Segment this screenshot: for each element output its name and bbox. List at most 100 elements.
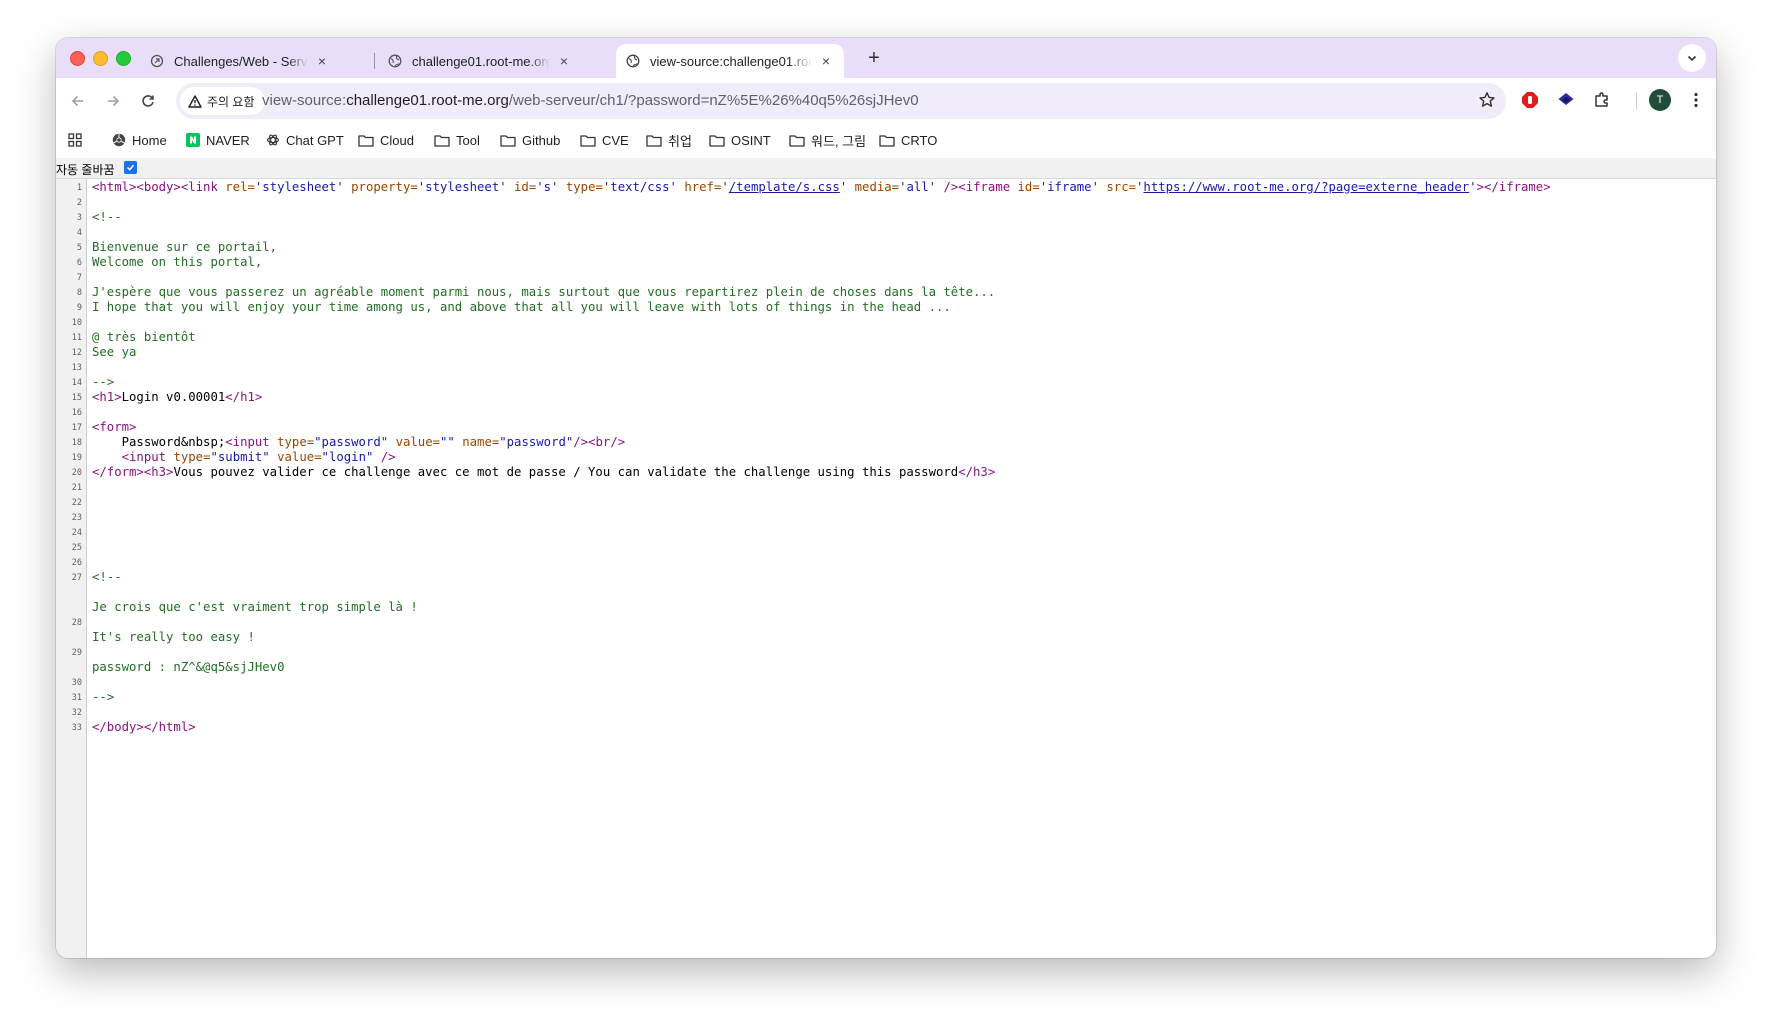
- bookmark-folder-cloud[interactable]: Cloud: [358, 130, 414, 150]
- fullscreen-window-button[interactable]: [116, 51, 131, 66]
- attr-name: value=: [269, 450, 322, 464]
- chrome-icon: [112, 133, 126, 147]
- extension-layers[interactable]: [1555, 89, 1577, 111]
- attr-name: property=: [343, 180, 418, 194]
- line-number: 4: [76, 228, 82, 238]
- tab-title: view-source:challenge01.root-me.org: [650, 53, 812, 69]
- attr-value: "submit": [210, 450, 270, 464]
- comment-line: It's really too easy !: [92, 630, 255, 644]
- bookmark-folder-job[interactable]: 취업: [646, 130, 692, 150]
- bookmark-star-button[interactable]: [1478, 91, 1496, 114]
- bookmark-chat-gpt[interactable]: Chat GPT: [266, 130, 344, 150]
- puzzle-icon: [1595, 92, 1608, 107]
- attr-name: href=: [676, 180, 722, 194]
- heading-text: Vous pouvez valider ce challenge avec ce…: [173, 465, 959, 479]
- line-number: 27: [71, 573, 82, 583]
- profile-avatar[interactable]: T: [1649, 89, 1671, 111]
- browser-menu-button[interactable]: [1686, 89, 1706, 111]
- bookmark-folder-github[interactable]: Github: [500, 130, 560, 150]
- folder-icon: [789, 134, 805, 147]
- tag-token: /><iframe: [936, 180, 1018, 194]
- line-number: 10: [71, 318, 82, 328]
- tab-challenges[interactable]: Challenges/Web - Server : HTML ×: [140, 44, 340, 78]
- line-wrap-bar: 자동 줄바꿈: [56, 158, 1716, 179]
- attr-value: 's': [536, 180, 559, 194]
- attr-value: "": [440, 435, 455, 449]
- tab-close-icon[interactable]: ×: [314, 53, 330, 69]
- new-tab-button[interactable]: +: [862, 47, 886, 70]
- apps-button[interactable]: [68, 130, 88, 150]
- extension-adblock[interactable]: [1519, 89, 1541, 111]
- globe-icon: [388, 54, 402, 68]
- forward-button[interactable]: [100, 88, 126, 114]
- url-host: challenge01.root-me.org: [346, 92, 509, 109]
- attr-name: type=: [173, 450, 211, 464]
- url-text[interactable]: view-source:challenge01.root-me.org/web-…: [262, 92, 919, 109]
- window-controls: [70, 51, 131, 66]
- line-number: 5: [76, 243, 82, 253]
- attr-value: "login": [321, 450, 374, 464]
- tab-close-icon[interactable]: ×: [818, 53, 834, 69]
- bookmark-folder-crto[interactable]: CRTO: [879, 130, 937, 150]
- bookmark-label: OSINT: [731, 132, 771, 148]
- attr-name: type=: [558, 180, 603, 194]
- stylesheet-link[interactable]: /template/s.css: [729, 180, 840, 194]
- comment-line: Je crois que c'est vraiment trop simple …: [92, 600, 418, 614]
- attr-value: "password": [499, 435, 574, 449]
- warning-icon: [188, 94, 202, 108]
- line-number: 11: [71, 333, 82, 343]
- naver-icon: [186, 133, 200, 147]
- arrow-right-icon: [108, 95, 120, 107]
- tab-strip: Challenges/Web - Server : HTML × challen…: [56, 38, 1716, 78]
- bookmarks-bar: Home NAVER Chat GPT Cloud Tool Github CV…: [56, 124, 1716, 156]
- bookmark-folder-word[interactable]: 워드, 그림: [789, 130, 866, 150]
- comment-line: Bienvenue sur ce portail,: [92, 240, 278, 254]
- tab-title: Challenges/Web - Server : HTML: [174, 53, 308, 69]
- url-prefix: view-source:: [262, 92, 347, 109]
- tab-close-icon[interactable]: ×: [556, 53, 572, 69]
- line-wrap-checkbox[interactable]: [124, 161, 137, 174]
- line-number: 8: [76, 288, 82, 298]
- source-line-15: <h1>Login v0.00001</h1>: [92, 390, 262, 405]
- folder-icon: [500, 134, 516, 147]
- folder-icon: [580, 134, 596, 147]
- attr-value: 'iframe': [1039, 180, 1099, 194]
- tag-token: <input: [225, 435, 278, 449]
- bookmark-label: Tool: [456, 132, 480, 148]
- back-button[interactable]: [65, 88, 91, 114]
- tab-separator: [374, 53, 375, 69]
- extensions-button[interactable]: [1591, 89, 1613, 111]
- tab-search-button[interactable]: [1678, 44, 1706, 72]
- line-number: 20: [71, 468, 82, 478]
- tag-token: </h1>: [225, 390, 263, 404]
- bookmark-label: Home: [132, 132, 167, 148]
- reload-button[interactable]: [135, 88, 161, 114]
- attr-name: type=: [277, 435, 315, 449]
- line-number: 22: [71, 498, 82, 508]
- folder-icon: [709, 134, 725, 147]
- close-window-button[interactable]: [70, 51, 85, 66]
- bookmark-naver[interactable]: NAVER: [186, 130, 250, 150]
- line-number: 17: [71, 423, 82, 433]
- comment-close: -->: [92, 690, 115, 704]
- tab-view-source[interactable]: view-source:challenge01.root-me.org ×: [616, 44, 844, 78]
- tab-challenge01[interactable]: challenge01.root-me.org/web-serveur ×: [378, 44, 582, 78]
- line-number: 31: [71, 693, 82, 703]
- comment-line: See ya: [92, 345, 137, 359]
- line-number: 9: [76, 303, 82, 313]
- source-line-19: <input type="submit" value="login" />: [92, 450, 396, 465]
- bookmark-folder-tool[interactable]: Tool: [434, 130, 480, 150]
- openai-icon: [266, 134, 280, 146]
- line-number: 6: [76, 258, 82, 268]
- tag-token: <h1>: [92, 390, 122, 404]
- bookmark-folder-osint[interactable]: OSINT: [709, 130, 771, 150]
- security-chip[interactable]: 주의 요함: [180, 87, 265, 115]
- minimize-window-button[interactable]: [93, 51, 108, 66]
- iframe-src-link[interactable]: https://www.root-me.org/?page=externe_he…: [1143, 180, 1469, 194]
- browser-window: Challenges/Web - Server : HTML × challen…: [56, 38, 1716, 958]
- bookmark-home[interactable]: Home: [112, 130, 167, 150]
- bookmark-folder-cve[interactable]: CVE: [580, 130, 629, 150]
- address-bar[interactable]: 주의 요함 view-source:challenge01.root-me.or…: [176, 83, 1506, 119]
